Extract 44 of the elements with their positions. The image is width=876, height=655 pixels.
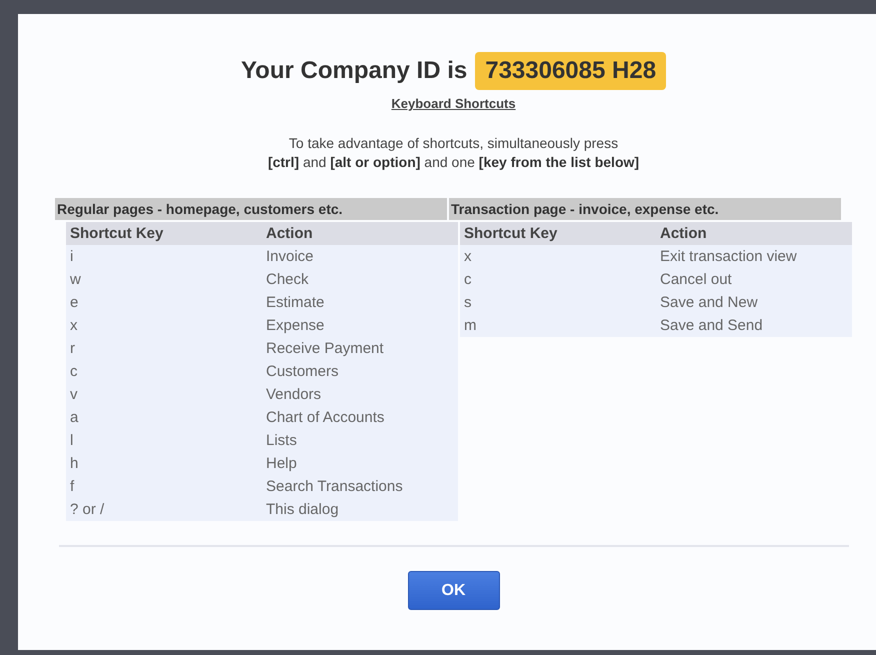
shortcut-key-cell: x xyxy=(460,245,656,268)
section-heading: Regular pages - homepage, customers etc. xyxy=(55,198,447,220)
action-cell: This dialog xyxy=(262,498,458,521)
action-cell: Save and New xyxy=(656,291,852,314)
action-cell: Estimate xyxy=(262,291,458,314)
column-header: Action xyxy=(656,222,852,245)
action-cell: Receive Payment xyxy=(262,337,458,360)
action-cell: Invoice xyxy=(262,245,458,268)
section-heading: Transaction page - invoice, expense etc. xyxy=(449,198,841,220)
shortcut-key-cell: s xyxy=(460,291,656,314)
shortcut-key-cell: w xyxy=(66,268,262,291)
shortcut-key-cell: l xyxy=(66,429,262,452)
action-cell: Chart of Accounts xyxy=(262,406,458,429)
ok-button[interactable]: OK xyxy=(408,571,500,610)
shortcut-key-cell: a xyxy=(66,406,262,429)
column-header: Action xyxy=(262,222,458,245)
company-id-badge: 733306085 H28 xyxy=(475,52,666,90)
action-cell: Vendors xyxy=(262,383,458,406)
shortcut-key-cell: f xyxy=(66,475,262,498)
shortcut-key-cell: h xyxy=(66,452,262,475)
shortcut-key-cell: ? or / xyxy=(66,498,262,521)
action-cell: Expense xyxy=(262,314,458,337)
dialog-title: Your Company ID is xyxy=(240,57,468,85)
shortcut-key-cell: v xyxy=(66,383,262,406)
column-header: Shortcut Key xyxy=(460,222,656,245)
keyboard-shortcuts-link[interactable]: Keyboard Shortcuts xyxy=(391,96,516,111)
shortcut-key-cell: r xyxy=(66,337,262,360)
column-header: Shortcut Key xyxy=(66,222,262,245)
shortcut-key-cell: c xyxy=(460,268,656,291)
action-cell: Help xyxy=(262,452,458,475)
instruction-text: To take advantage of shortcuts, simultaneously press xyxy=(288,135,618,151)
instruction-text: [ctrl] and [alt or option] and one [key from the list below] xyxy=(268,154,640,170)
shortcut-key-cell: c xyxy=(66,360,262,383)
shortcut-key-cell: i xyxy=(66,245,262,268)
action-cell: Exit transaction view xyxy=(656,245,852,268)
action-cell: Cancel out xyxy=(656,268,852,291)
shortcut-key-cell: x xyxy=(66,314,262,337)
action-cell: Lists xyxy=(262,429,458,452)
action-cell: Save and Send xyxy=(656,314,852,337)
action-cell: Customers xyxy=(262,360,458,383)
action-cell: Search Transactions xyxy=(262,475,458,498)
shortcut-key-cell: e xyxy=(66,291,262,314)
action-cell: Check xyxy=(262,268,458,291)
shortcut-key-cell: m xyxy=(460,314,656,337)
